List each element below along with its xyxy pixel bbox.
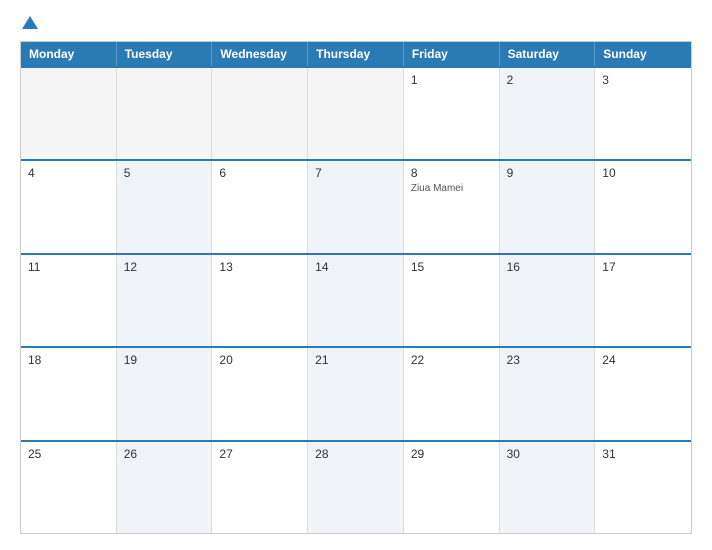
day-number: 11	[28, 260, 109, 274]
cal-cell: 24	[595, 348, 691, 439]
cal-cell: 25	[21, 442, 117, 533]
day-number: 31	[602, 447, 684, 461]
weekday-header-friday: Friday	[404, 42, 500, 66]
day-number: 15	[411, 260, 492, 274]
weekday-header-sunday: Sunday	[595, 42, 691, 66]
cal-cell: 19	[117, 348, 213, 439]
cal-cell: 2	[500, 68, 596, 159]
cal-cell: 17	[595, 255, 691, 346]
calendar-grid: MondayTuesdayWednesdayThursdayFridaySatu…	[20, 41, 692, 534]
day-number: 6	[219, 166, 300, 180]
week-row-3: 11 12 13 14 15 16 17	[21, 253, 691, 346]
day-number: 9	[507, 166, 588, 180]
event-label: Ziua Mamei	[411, 183, 492, 194]
day-number: 21	[315, 353, 396, 367]
cal-cell: 11	[21, 255, 117, 346]
day-number: 26	[124, 447, 205, 461]
cal-cell: 12	[117, 255, 213, 346]
cal-cell: 1	[404, 68, 500, 159]
day-number: 19	[124, 353, 205, 367]
day-number: 14	[315, 260, 396, 274]
day-number: 17	[602, 260, 684, 274]
week-row-4: 18 19 20 21 22 23 24	[21, 346, 691, 439]
day-number: 24	[602, 353, 684, 367]
cal-cell: 13	[212, 255, 308, 346]
day-number: 20	[219, 353, 300, 367]
cal-cell: 28	[308, 442, 404, 533]
weekday-header-tuesday: Tuesday	[117, 42, 213, 66]
day-number: 23	[507, 353, 588, 367]
cal-cell: 18	[21, 348, 117, 439]
cal-cell: 14	[308, 255, 404, 346]
logo	[20, 16, 38, 31]
header	[20, 16, 692, 31]
cal-cell: 21	[308, 348, 404, 439]
cal-cell: 6	[212, 161, 308, 252]
cal-cell: 20	[212, 348, 308, 439]
day-number: 18	[28, 353, 109, 367]
cal-cell: 10	[595, 161, 691, 252]
cal-cell	[117, 68, 213, 159]
cal-cell: 27	[212, 442, 308, 533]
cal-cell: 4	[21, 161, 117, 252]
cal-cell: 16	[500, 255, 596, 346]
day-number: 27	[219, 447, 300, 461]
week-row-5: 25 26 27 28 29 30 31	[21, 440, 691, 533]
day-number: 25	[28, 447, 109, 461]
cal-cell: 3	[595, 68, 691, 159]
day-number: 7	[315, 166, 396, 180]
day-number: 12	[124, 260, 205, 274]
day-number: 5	[124, 166, 205, 180]
weekday-header-wednesday: Wednesday	[212, 42, 308, 66]
day-number: 2	[507, 73, 588, 87]
cal-cell: 30	[500, 442, 596, 533]
cal-cell: 23	[500, 348, 596, 439]
cal-cell: 15	[404, 255, 500, 346]
day-number: 16	[507, 260, 588, 274]
day-number: 22	[411, 353, 492, 367]
cal-cell: 22	[404, 348, 500, 439]
logo-triangle-icon	[22, 16, 38, 29]
calendar-page: MondayTuesdayWednesdayThursdayFridaySatu…	[0, 0, 712, 550]
cal-cell: 8 Ziua Mamei	[404, 161, 500, 252]
weekday-header-monday: Monday	[21, 42, 117, 66]
day-number: 3	[602, 73, 684, 87]
cal-cell: 5	[117, 161, 213, 252]
cal-cell: 26	[117, 442, 213, 533]
day-number: 1	[411, 73, 492, 87]
cal-cell	[212, 68, 308, 159]
calendar-body: 12345678Ziua Mamei9101112131415161718192…	[21, 66, 691, 533]
cal-cell: 31	[595, 442, 691, 533]
day-number: 13	[219, 260, 300, 274]
cal-cell	[21, 68, 117, 159]
day-number: 8	[411, 166, 492, 180]
cal-cell	[308, 68, 404, 159]
weekday-header-saturday: Saturday	[500, 42, 596, 66]
week-row-1: 1 23	[21, 66, 691, 159]
cal-cell: 9	[500, 161, 596, 252]
day-number: 29	[411, 447, 492, 461]
day-number: 10	[602, 166, 684, 180]
weekday-header-thursday: Thursday	[308, 42, 404, 66]
day-number: 4	[28, 166, 109, 180]
week-row-2: 4 56 7 8 Ziua Mamei 9 10	[21, 159, 691, 252]
cal-cell: 7	[308, 161, 404, 252]
weekday-header-row: MondayTuesdayWednesdayThursdayFridaySatu…	[21, 42, 691, 66]
cal-cell: 29	[404, 442, 500, 533]
day-number: 30	[507, 447, 588, 461]
day-number: 28	[315, 447, 396, 461]
